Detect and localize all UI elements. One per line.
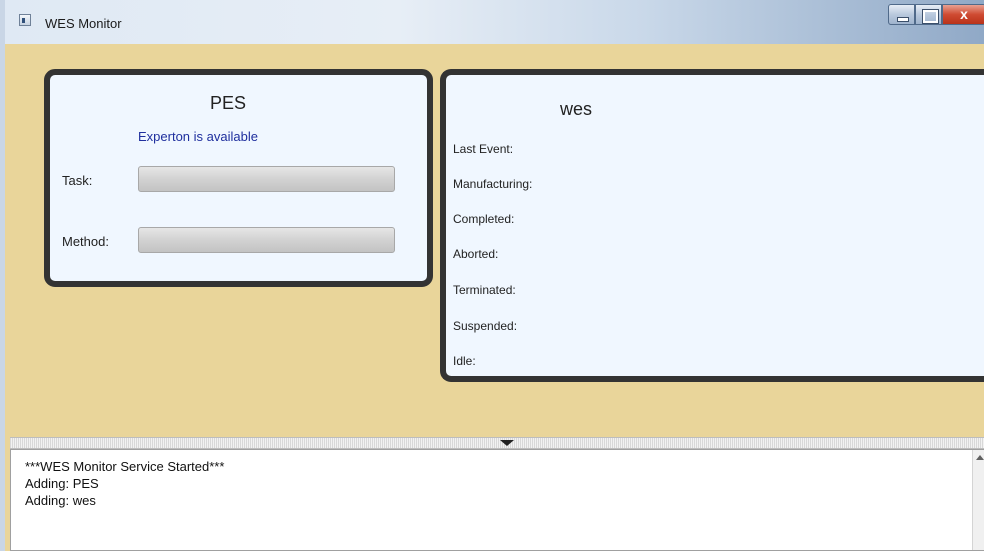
log-line: Adding: PES bbox=[25, 476, 99, 491]
triangle-down-icon[interactable] bbox=[500, 440, 514, 446]
last-event-label: Last Event: bbox=[453, 142, 514, 156]
idle-label: Idle: bbox=[453, 354, 476, 368]
wes-panel-title: wes bbox=[560, 99, 593, 119]
completed-label: Completed: bbox=[453, 212, 515, 226]
maximize-button[interactable] bbox=[915, 4, 942, 25]
pes-panel-title: PES bbox=[210, 93, 247, 113]
task-progress-bar bbox=[138, 166, 395, 192]
pes-panel: PES Experton is available Task: Method: bbox=[44, 69, 433, 287]
scroll-up-arrow-icon[interactable] bbox=[976, 455, 984, 460]
window-title: WES Monitor bbox=[45, 16, 122, 31]
suspended-label: Suspended: bbox=[453, 319, 518, 333]
log-scrollbar[interactable] bbox=[972, 450, 984, 550]
log-line: Adding: wes bbox=[25, 493, 96, 508]
close-button[interactable]: x bbox=[942, 4, 984, 25]
wes-panel: wes Last Event: Manufacturing: Completed… bbox=[440, 69, 984, 382]
method-label: Method: bbox=[62, 234, 109, 249]
app-window-icon[interactable] bbox=[19, 14, 31, 26]
pes-status-text: Experton is available bbox=[138, 129, 258, 144]
close-icon: x bbox=[960, 6, 968, 22]
title-bar[interactable]: WES Monitor x bbox=[5, 0, 984, 44]
task-label: Task: bbox=[62, 173, 93, 188]
method-progress-bar bbox=[138, 227, 395, 253]
log-line: ***WES Monitor Service Started*** bbox=[25, 459, 225, 474]
minimize-button[interactable] bbox=[888, 4, 915, 25]
terminated-label: Terminated: bbox=[453, 283, 516, 297]
log-lines: ***WES Monitor Service Started*** Adding… bbox=[25, 458, 224, 509]
aborted-label: Aborted: bbox=[453, 247, 499, 261]
panel-splitter[interactable] bbox=[10, 437, 984, 449]
wes-monitor-window: WES Monitor x PES Experton is available … bbox=[0, 0, 984, 551]
manufacturing-label: Manufacturing: bbox=[453, 177, 533, 191]
log-textbox[interactable]: ***WES Monitor Service Started*** Adding… bbox=[10, 449, 984, 551]
